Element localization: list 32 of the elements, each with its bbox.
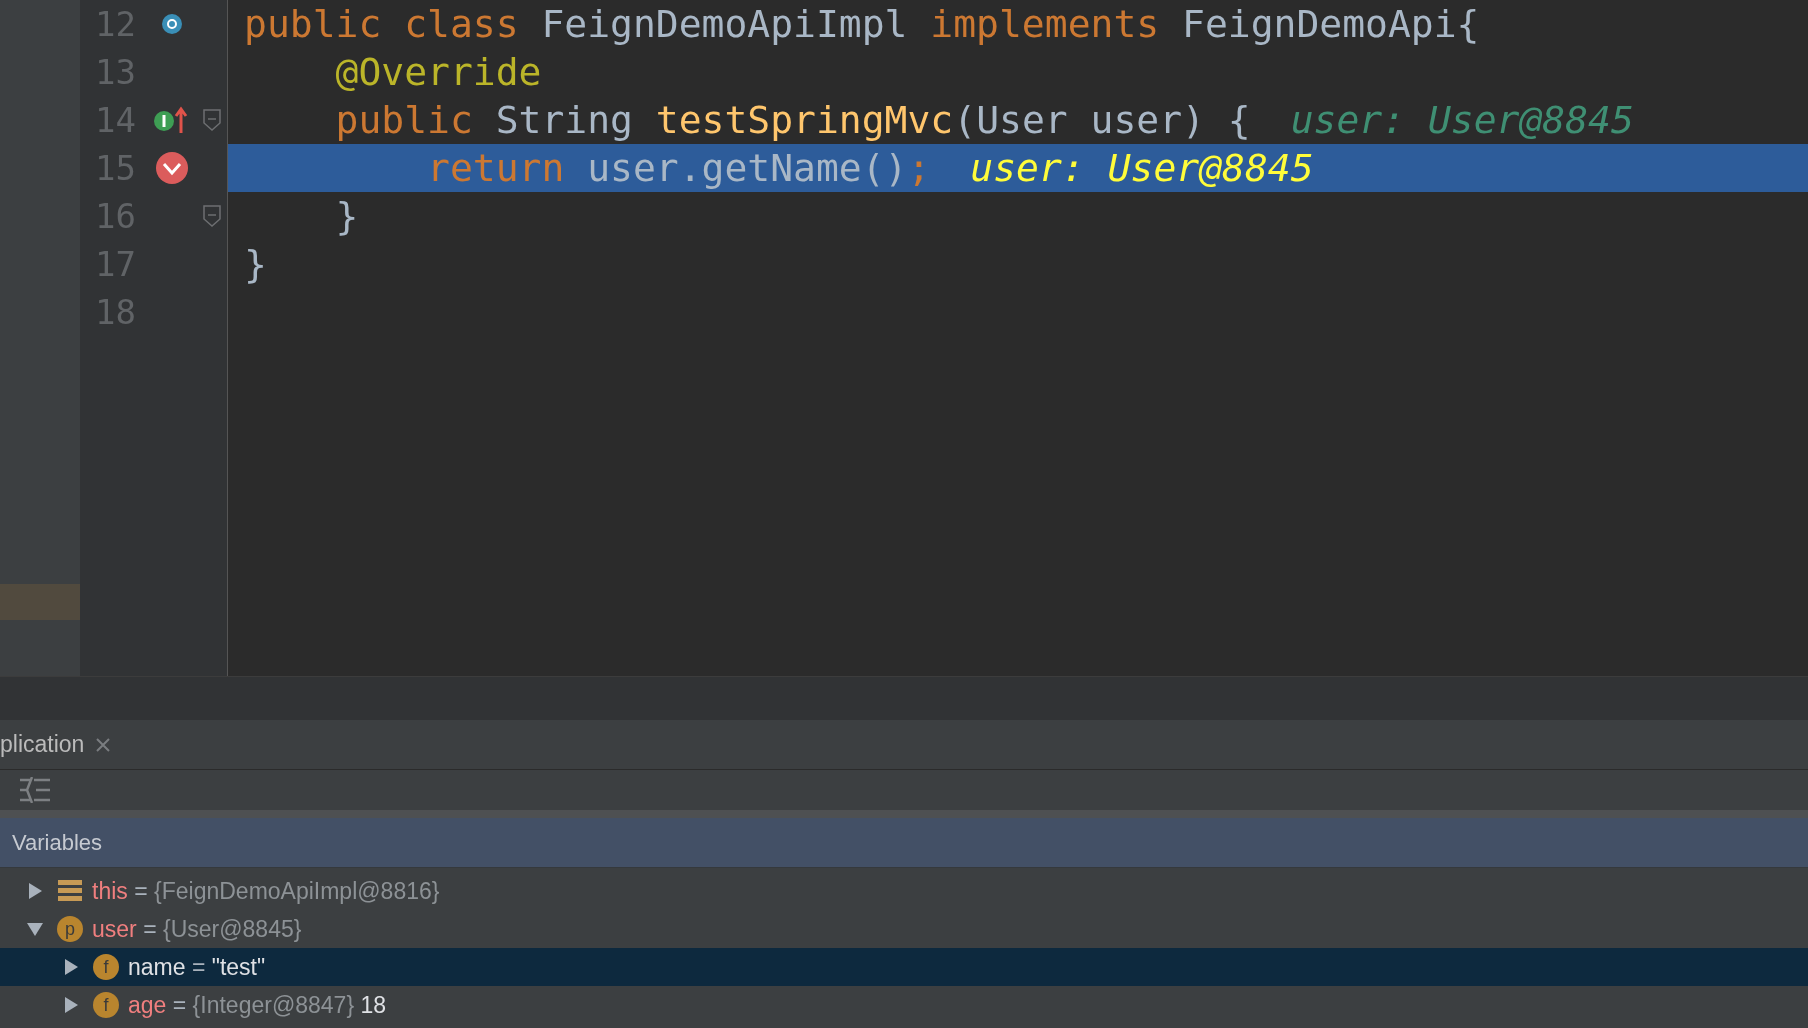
close-icon[interactable] (96, 737, 111, 752)
code-line: @Override (334, 48, 542, 96)
variable-text: user = {User@8845} (92, 914, 302, 944)
collapsed-caret-icon[interactable] (62, 996, 80, 1014)
collapsed-caret-icon[interactable] (62, 958, 80, 976)
code-line: return user.getName(); (426, 144, 931, 192)
fold-icon[interactable] (203, 205, 221, 227)
inline-value-hint: user: User@8845 (1290, 96, 1634, 144)
variable-row[interactable]: f age = {Integer@8847} 18 (0, 986, 1808, 1024)
restore-layout-icon[interactable] (20, 777, 50, 803)
fold-icon[interactable] (203, 109, 221, 131)
parameter-icon: p (57, 916, 83, 942)
code-line: public String testSpringMvc(User user) { (334, 96, 1251, 144)
code-line: } (244, 240, 267, 288)
variable-text: this = {FeignDemoApiImpl@8816} (92, 876, 440, 906)
collapsed-caret-icon[interactable] (26, 882, 44, 900)
expanded-caret-icon[interactable] (26, 920, 44, 938)
variable-row[interactable]: f name = "test" (0, 948, 1808, 986)
field-icon: f (93, 954, 119, 980)
field-icon: f (93, 992, 119, 1018)
class-icon (161, 13, 183, 35)
variable-row[interactable]: p user = {User@8845} (0, 910, 1808, 948)
breakpoint-icon[interactable] (155, 151, 189, 185)
variable-text: age = {Integer@8847} 18 (128, 990, 387, 1020)
inline-value-hint: user: User@8845 (970, 144, 1314, 192)
code-line: } (334, 192, 359, 240)
debug-tab[interactable]: plication (0, 720, 111, 769)
variables-title: Variables (12, 829, 103, 857)
code-line: public class FeignDemoApiImpl implements FeignDemoApi{ (244, 0, 1480, 48)
variable-text: name = "test" (128, 952, 266, 982)
object-icon (58, 880, 82, 902)
variable-row[interactable]: this = {FeignDemoApiImpl@8816} (0, 872, 1808, 910)
